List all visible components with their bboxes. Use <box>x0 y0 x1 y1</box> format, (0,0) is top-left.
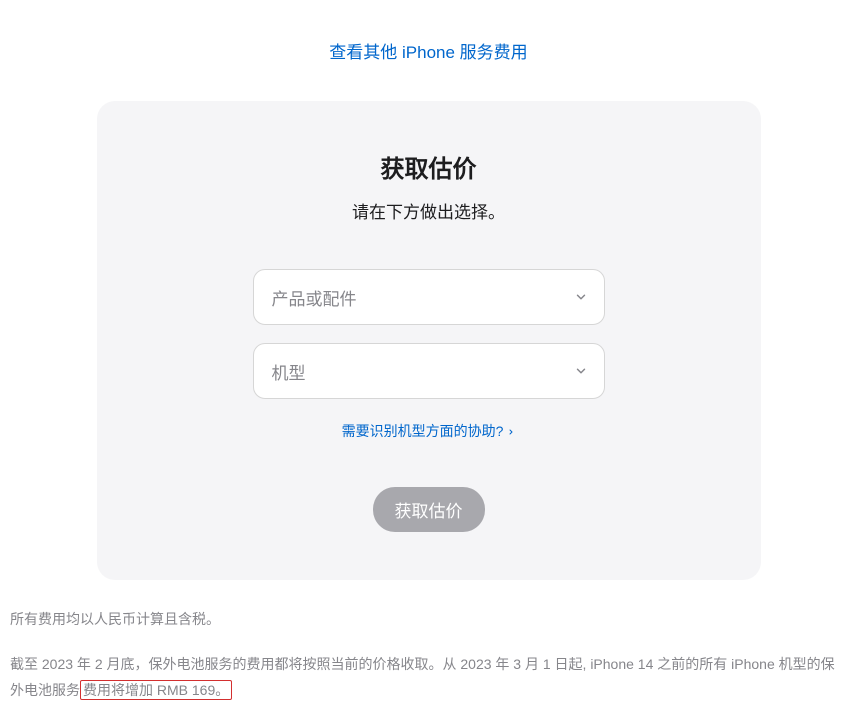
identify-model-help-link[interactable]: 需要识别机型方面的协助? <box>342 421 516 441</box>
chevron-down-icon <box>574 364 588 378</box>
model-select-label: 机型 <box>272 359 306 384</box>
footnotes: 所有费用均以人民币计算且含税。 截至 2023 年 2 月底，保外电池服务的费用… <box>10 606 845 704</box>
product-select[interactable]: 产品或配件 <box>253 269 605 325</box>
card-subtitle: 请在下方做出选择。 <box>97 198 761 223</box>
footnote-price-increase: 截至 2023 年 2 月底，保外电池服务的费用都将按照当前的价格收取。从 20… <box>10 651 845 704</box>
footnote-currency: 所有费用均以人民币计算且含税。 <box>10 606 845 633</box>
price-highlight: 费用将增加 RMB 169。 <box>80 680 232 700</box>
other-services-link[interactable]: 查看其他 iPhone 服务费用 <box>0 38 857 63</box>
product-select-label: 产品或配件 <box>272 285 357 310</box>
chevron-right-icon <box>507 423 515 439</box>
card-title: 获取估价 <box>97 149 761 184</box>
get-estimate-button[interactable]: 获取估价 <box>373 487 485 532</box>
help-link-label: 需要识别机型方面的协助? <box>342 421 504 441</box>
chevron-down-icon <box>574 290 588 304</box>
model-select[interactable]: 机型 <box>253 343 605 399</box>
estimate-card: 获取估价 请在下方做出选择。 产品或配件 机型 需要识别机型方面的协助? 获取估… <box>97 101 761 580</box>
